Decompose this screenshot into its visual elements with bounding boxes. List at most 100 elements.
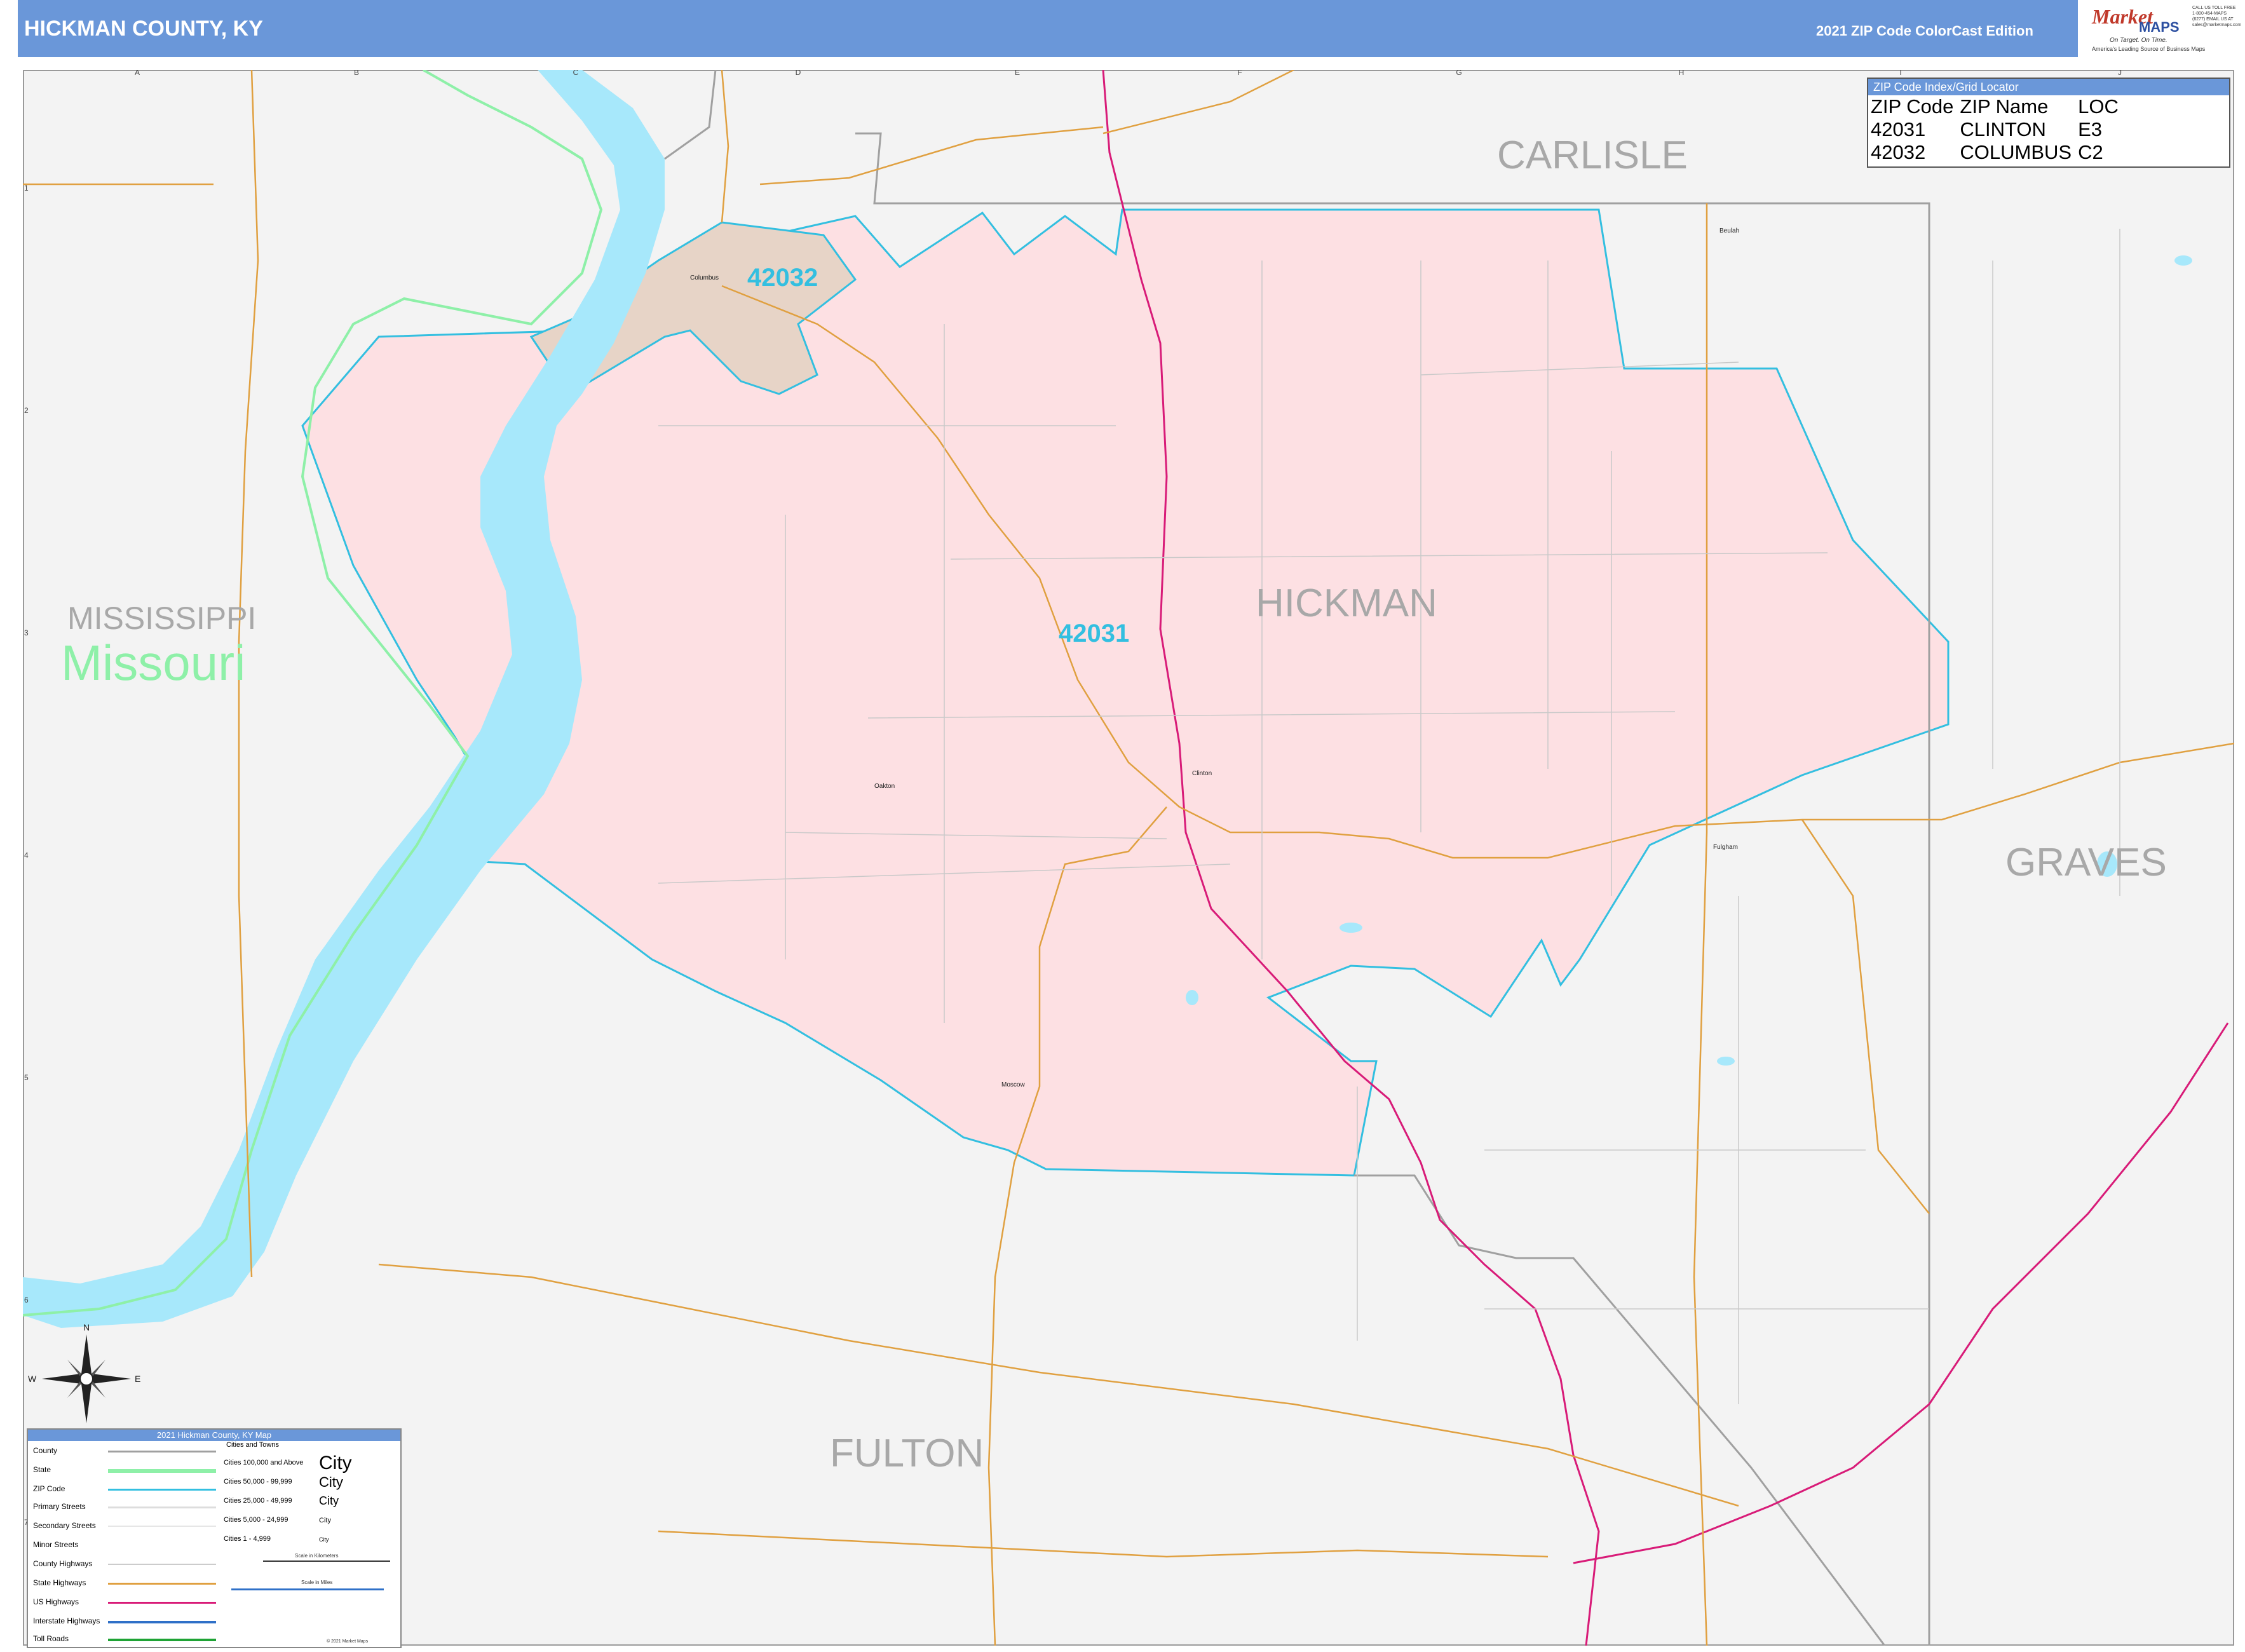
market-maps-logo: Market MAPS On Target. On Time. America'…	[2078, 0, 2243, 57]
grid-row-3: 3	[24, 628, 29, 637]
legend-item-interstate: Interstate Highways	[33, 1616, 100, 1625]
legend-sample-toll	[108, 1639, 216, 1641]
grid-col-H: H	[1679, 70, 1685, 77]
scale-km-bar	[263, 1561, 390, 1562]
zip-index-header-row: ZIP Code ZIP Name LOC	[1869, 95, 2124, 118]
county-boundary-south	[1354, 1174, 1886, 1646]
legend-city-class-4: Cities 5,000 - 24,999	[224, 1516, 288, 1524]
scale-mi-bar	[231, 1588, 384, 1590]
legend-item-minor: Minor Streets	[33, 1540, 79, 1549]
legend-sample-secondary	[108, 1526, 216, 1527]
zip-label-42032: 42032	[747, 264, 818, 292]
county-label-hickman: HICKMAN	[1256, 581, 1437, 625]
zip-code-index: ZIP Code Index/Grid Locator ZIP Code ZIP…	[1867, 78, 2230, 168]
legend-item-zip: ZIP Code	[33, 1484, 65, 1493]
grid-row-1: 1	[24, 184, 29, 193]
page-title: HICKMAN COUNTY, KY	[24, 17, 263, 41]
map-header: HICKMAN COUNTY, KY 2021 ZIP Code ColorCa…	[18, 0, 2235, 57]
grid-row-2: 2	[24, 406, 29, 415]
grid-col-J: J	[2118, 70, 2122, 77]
legend-item-state: State	[33, 1465, 51, 1474]
legend-item-state-hwy: State Highways	[33, 1578, 86, 1587]
pond	[1340, 923, 1362, 933]
legend-sample-state	[108, 1469, 216, 1473]
county-label-carlisle: CARLISLE	[1497, 133, 1688, 177]
zip-index-title: ZIP Code Index/Grid Locator	[1868, 79, 2229, 95]
legend-city-class-1: Cities 100,000 and Above	[224, 1459, 304, 1466]
scale-km-label: Scale in Kilometers	[295, 1553, 339, 1559]
zip-code-cell: 42031	[1871, 118, 1926, 140]
place-label-oakton: Oakton	[874, 783, 895, 790]
scale-mi-label: Scale in Miles	[301, 1580, 333, 1585]
place-label-clinton: Clinton	[1192, 770, 1212, 777]
county-label-graves: GRAVES	[2005, 841, 2167, 884]
legend-sample-us-hwy	[108, 1602, 216, 1604]
legend-city-sample-1: City	[319, 1452, 352, 1473]
table-row: 42032 COLUMBUS C2	[1869, 141, 2124, 164]
grid-col-A: A	[135, 70, 140, 77]
zip-name-cell: COLUMBUS	[1960, 141, 2072, 163]
grid-col-I: I	[1899, 70, 1901, 77]
place-label-columbus: Columbus	[690, 274, 719, 281]
grid-row-5: 5	[24, 1073, 29, 1082]
grid-col-D: D	[796, 70, 801, 77]
legend-item-primary: Primary Streets	[33, 1502, 86, 1511]
zip-loc-cell: E3	[2078, 118, 2103, 140]
grid-col-E: E	[1015, 70, 1020, 77]
grid-row-6: 6	[24, 1296, 29, 1304]
logo-subtagline: America's Leading Source of Business Map…	[2092, 46, 2206, 52]
zip-index-header: LOC	[2078, 95, 2119, 118]
legend-item-county-hwy: County Highways	[33, 1559, 93, 1568]
svg-text:E: E	[135, 1374, 140, 1384]
zip-loc-cell: C2	[2078, 141, 2103, 163]
zip-label-42031: 42031	[1059, 620, 1129, 647]
grid-row-4: 4	[24, 851, 29, 860]
logo-contact: CALL US TOLL FREE 1-800-454-MAPS (6277) …	[2192, 6, 2242, 27]
mississippi-river	[23, 70, 665, 1328]
legend-city-sample-2: City	[319, 1474, 343, 1490]
legend-city-class-2: Cities 50,000 - 99,999	[224, 1478, 292, 1486]
map-legend: 2021 Hickman County, KY Map County State…	[27, 1428, 402, 1648]
svg-text:W: W	[28, 1374, 37, 1384]
pond	[1186, 990, 1198, 1005]
pond	[1717, 1057, 1735, 1066]
grid-col-F: F	[1237, 70, 1242, 77]
state-label-mississippi: MISSISSIPPI	[67, 600, 256, 636]
legend-sample-county-hwy	[108, 1564, 216, 1565]
legend-item-secondary: Secondary Streets	[33, 1521, 96, 1530]
logo-brand-maps: MAPS	[2139, 19, 2180, 35]
county-label-fulton: FULTON	[830, 1432, 984, 1475]
legend-sample-county	[108, 1451, 216, 1452]
place-label-beulah: Beulah	[1719, 227, 1739, 234]
state-label-missouri: Missouri	[61, 635, 245, 691]
legend-city-class-5: Cities 1 - 4,999	[224, 1535, 271, 1543]
legend-copyright: © 2021 Market Maps	[327, 1639, 369, 1644]
compass-rose-icon: N S E W	[28, 1322, 140, 1439]
legend-item-county: County	[33, 1446, 58, 1455]
legend-city-class-3: Cities 25,000 - 49,999	[224, 1497, 292, 1505]
county-map[interactable]: A B C D E F G H I J 1 2 3 4 5 6 7 CARLIS…	[23, 70, 2234, 1646]
legend-sample-zip	[108, 1489, 216, 1491]
legend-sample-interstate	[108, 1621, 216, 1623]
place-label-fulgham: Fulgham	[1713, 844, 1738, 851]
zip-index-table: ZIP Code ZIP Name LOC 42031 CLINTON E3 4…	[1869, 95, 2124, 164]
grid-col-B: B	[354, 70, 359, 77]
zip-index-header: ZIP Name	[1960, 95, 2049, 118]
pond	[2174, 255, 2192, 266]
legend-city-sample-3: City	[319, 1494, 339, 1507]
legend-item-toll: Toll Roads	[33, 1634, 69, 1643]
grid-col-C: C	[573, 70, 579, 77]
edition-label: 2021 ZIP Code ColorCast Edition	[1816, 23, 2033, 39]
svg-text:N: N	[83, 1322, 90, 1332]
logo-tagline: On Target. On Time.	[2110, 37, 2167, 44]
place-label-moscow: Moscow	[1001, 1081, 1025, 1088]
legend-item-us-hwy: US Highways	[33, 1597, 79, 1606]
grid-col-G: G	[1456, 70, 1462, 77]
zip-code-cell: 42032	[1871, 141, 1926, 163]
legend-sample-primary	[108, 1506, 216, 1508]
legend-city-sample-4: City	[319, 1517, 331, 1524]
legend-cities-title: Cities and Towns	[226, 1441, 279, 1449]
table-row: 42031 CLINTON E3	[1869, 118, 2124, 141]
zip-name-cell: CLINTON	[1960, 118, 2046, 140]
legend-sample-state-hwy	[108, 1583, 216, 1585]
